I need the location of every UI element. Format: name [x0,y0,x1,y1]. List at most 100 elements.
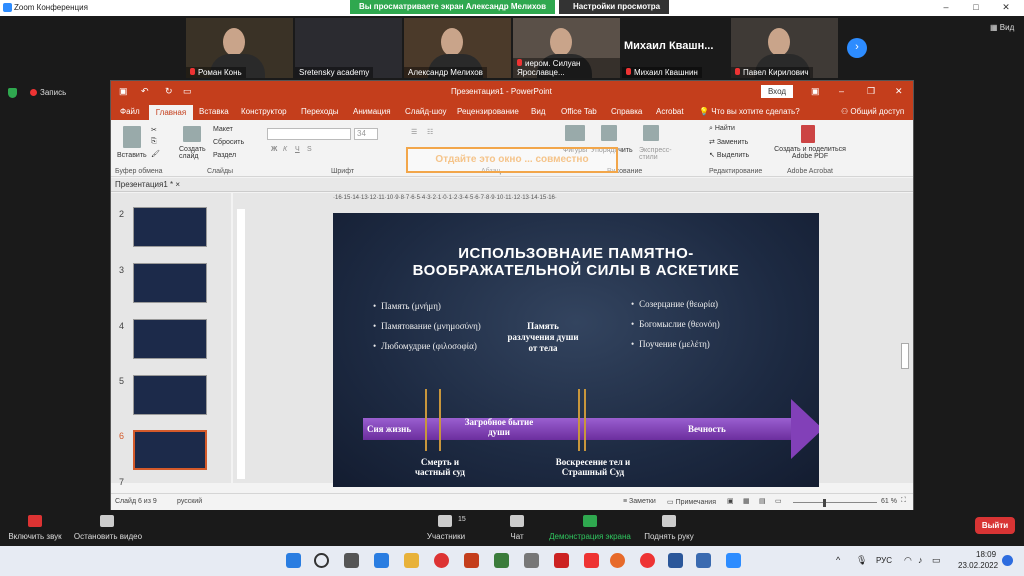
paste-button[interactable]: Вставить [117,152,147,159]
bold-icon[interactable]: Ж [271,146,277,153]
minimize-icon[interactable]: – [938,2,954,14]
slide-thumbnail[interactable] [133,375,207,415]
excel-icon[interactable] [494,553,509,568]
word-icon[interactable] [668,553,683,568]
participant-tile[interactable]: иером. Силуан Ярославце... [513,18,620,78]
comments-button[interactable]: ▭ Примечания [667,498,716,506]
tab-insert[interactable]: Вставка [199,107,229,116]
acrobat-icon[interactable] [554,553,569,568]
tab-file[interactable]: Файл [120,107,140,116]
slide-thumbnail-selected[interactable] [133,430,207,470]
file-explorer-icon[interactable] [404,553,419,568]
participants-button[interactable]: Участники [424,532,468,541]
slide-canvas[interactable]: ИСПОЛЬЗОВНАИЕ ПАМЯТНО- ВООБРАЖАТЕЛЬНОЙ С… [333,213,819,487]
cut-icon[interactable]: ✂ [151,126,157,134]
layout-button[interactable]: Макет [213,126,233,133]
app-icon[interactable] [524,553,539,568]
close-tab-icon[interactable]: × [175,180,180,189]
view-button[interactable]: ▦ Вид [990,23,1014,32]
search-icon[interactable] [314,553,329,568]
chat-icon[interactable] [510,515,524,527]
zoom-level[interactable]: 61 % [881,498,897,505]
tab-animation[interactable]: Анимация [353,107,391,116]
slide-thumbnail[interactable] [133,263,207,303]
reading-view-icon[interactable]: ▤ [759,497,766,505]
participant-tile[interactable]: Sretensky academy [295,18,402,78]
share-screen-icon[interactable] [583,515,597,527]
recording-indicator[interactable]: Запись [30,88,66,97]
copy-icon[interactable]: ⎘ [151,138,157,146]
notification-badge[interactable] [1002,555,1013,566]
participant-tile[interactable]: Александр Мелихов [404,18,511,78]
wifi-icon[interactable]: ◠ [904,555,912,566]
save-icon[interactable]: ▣ [119,86,128,97]
slide-thumbnail[interactable] [133,319,207,359]
language[interactable]: русский [177,498,202,505]
reset-button[interactable]: Сбросить [213,139,244,146]
view-options-button[interactable]: Настройки просмотра [559,0,669,14]
firefox-icon[interactable] [610,553,625,568]
fit-slide-icon[interactable]: ⛶ [901,497,906,505]
font-size-input[interactable]: 34 [354,128,378,140]
share-button[interactable]: ⚇ Общий доступ [841,107,904,116]
underline-icon[interactable]: Ч [295,146,300,153]
tab-design[interactable]: Конструктор [241,107,287,116]
participant-tile[interactable]: Павел Кирилович [731,18,838,78]
login-button[interactable]: Вход [761,85,793,98]
participant-tile[interactable]: Михаил Квашн... Михаил Квашнин [622,18,729,78]
share-screen-button[interactable]: Демонстрация экрана [546,532,634,541]
participants-icon[interactable] [438,515,452,527]
zoom-slider[interactable] [793,502,877,503]
battery-icon[interactable]: ▭ [932,555,941,566]
create-pdf-button[interactable]: Создать и поделиться Adobe PDF [771,146,849,160]
numbering-icon[interactable]: ☷ [427,128,433,136]
slideshow-view-icon[interactable]: ▭ [775,497,782,505]
slide-thumbnail[interactable] [133,207,207,247]
participant-tile[interactable]: Роман Конь [186,18,293,78]
next-page-button[interactable]: › [847,38,867,58]
unmute-button[interactable]: Включить звук [6,532,64,541]
maximize-icon[interactable]: □ [968,2,984,14]
pdf-icon[interactable] [801,125,815,143]
tab-office-tab[interactable]: Office Tab [561,107,597,116]
video-camera-icon[interactable] [100,515,114,527]
ppt-minimize-icon[interactable]: – [839,86,844,96]
tab-view[interactable]: Вид [531,107,545,116]
select-button[interactable]: ↖ Выделить [709,151,749,159]
find-button[interactable]: ⌕ Найти [709,125,735,133]
section-button[interactable]: Раздел [213,152,236,159]
normal-view-icon[interactable]: ▣ [727,497,734,505]
zoom-slider-thumb[interactable] [823,499,826,507]
muted-mic-icon[interactable] [28,515,42,527]
raise-hand-button[interactable]: Поднять руку [640,532,698,541]
ppt-close-icon[interactable]: ✕ [895,86,903,97]
replace-button[interactable]: ⇄ Заменить [709,138,748,146]
quick-styles-icon[interactable] [643,125,659,141]
chat-button[interactable]: Чат [506,532,528,541]
opera-icon[interactable] [434,553,449,568]
leave-meeting-button[interactable]: Выйти [975,517,1015,534]
tab-slideshow[interactable]: Слайд-шоу [405,107,446,116]
powerpoint-icon[interactable] [464,553,479,568]
tray-chevron-icon[interactable]: ^ [836,555,840,565]
quick-styles-button[interactable]: Экспресс-стили [639,147,672,161]
vertical-scrollbar[interactable] [901,343,909,369]
yandex-icon[interactable] [584,553,599,568]
slideshow-icon[interactable]: ▭ [183,86,192,97]
new-slide-button[interactable]: Создать слайд [179,146,209,160]
paste-icon[interactable] [123,126,141,148]
zoom-icon[interactable] [726,553,741,568]
tab-help[interactable]: Справка [611,107,642,116]
tab-transitions[interactable]: Переходы [301,107,339,116]
mic-tray-icon[interactable]: 🎙 [856,555,867,566]
clock-time[interactable]: 18:09 [976,550,996,559]
italic-icon[interactable]: К [283,146,287,153]
undo-icon[interactable]: ↶ [141,86,149,97]
tell-me-box[interactable]: 💡 Что вы хотите сделать? [699,107,800,116]
tab-review[interactable]: Рецензирование [457,107,519,116]
arrange-icon[interactable] [601,125,617,141]
clock-date[interactable]: 23.02.2022 [958,561,998,570]
ribbon-display-icon[interactable]: ▣ [811,86,820,97]
document-tab[interactable]: Презентация1 * × [115,180,180,189]
start-icon[interactable] [286,553,301,568]
